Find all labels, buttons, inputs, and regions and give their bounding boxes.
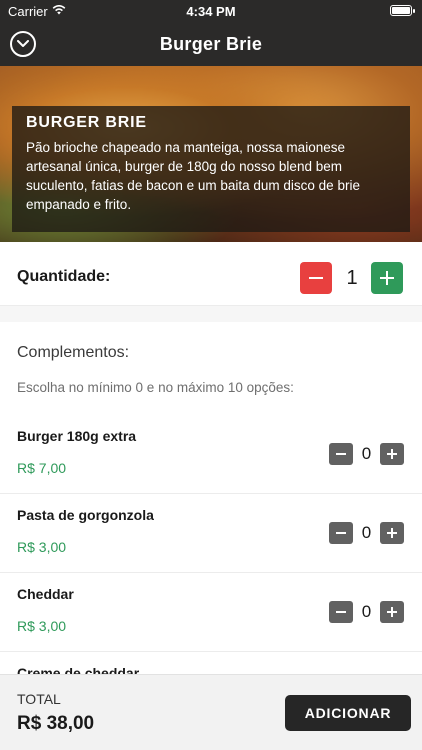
product-description: Pão brioche chapeado na manteiga, nossa … <box>26 140 360 212</box>
minus-icon <box>336 611 346 613</box>
increase-quantity-button[interactable] <box>371 262 403 294</box>
total-label: TOTAL <box>17 691 61 707</box>
battery-icon <box>390 5 415 16</box>
complement-name: Cheddar <box>17 586 74 602</box>
complement-name: Pasta de gorgonzola <box>17 507 154 523</box>
section-gap <box>0 306 422 322</box>
complement-item: Cheddar R$ 3,00 0 <box>0 572 422 652</box>
complement-decrease-button[interactable] <box>329 443 353 465</box>
minus-icon <box>336 453 346 455</box>
decrease-quantity-button[interactable] <box>300 262 332 294</box>
minus-icon <box>336 532 346 534</box>
complement-decrease-button[interactable] <box>329 522 353 544</box>
plus-icon-vertical <box>386 271 388 285</box>
plus-icon-vertical <box>391 528 393 538</box>
complement-item: Burger 180g extra R$ 7,00 0 <box>0 414 422 494</box>
complement-decrease-button[interactable] <box>329 601 353 623</box>
add-to-cart-button[interactable]: ADICIONAR <box>285 695 411 731</box>
product-name: BURGER BRIE <box>26 114 147 131</box>
clock: 4:34 PM <box>186 4 236 19</box>
navigation-bar: Burger Brie <box>0 22 422 66</box>
complement-count: 0 <box>361 523 372 542</box>
quantity-label: Quantidade: <box>17 268 111 285</box>
plus-icon-vertical <box>391 607 393 617</box>
complement-count: 0 <box>361 602 372 621</box>
complements-subtitle: Escolha no mínimo 0 e no máximo 10 opçõe… <box>17 380 294 395</box>
minus-icon <box>309 277 323 279</box>
complement-increase-button[interactable] <box>380 443 404 465</box>
complement-item: Pasta de gorgonzola R$ 3,00 0 <box>0 493 422 573</box>
product-description-panel: BURGER BRIE Pão brioche chapeado na mant… <box>12 106 410 232</box>
complement-price: R$ 3,00 <box>17 539 67 555</box>
complement-increase-button[interactable] <box>380 522 404 544</box>
complements-title: Complementos: <box>17 344 130 361</box>
complement-count: 0 <box>361 444 372 463</box>
quantity-value: 1 <box>346 267 358 289</box>
product-hero-image: BURGER BRIE Pão brioche chapeado na mant… <box>0 66 422 242</box>
complement-increase-button[interactable] <box>380 601 404 623</box>
complement-name: Burger 180g extra <box>17 428 137 444</box>
page-title: Burger Brie <box>159 34 263 54</box>
total-value: R$ 38,00 <box>17 713 95 734</box>
order-footer: TOTAL R$ 38,00 ADICIONAR <box>0 674 422 750</box>
status-bar: Carrier 4:34 PM <box>0 0 422 22</box>
plus-icon-vertical <box>391 449 393 459</box>
complement-price: R$ 3,00 <box>17 618 67 634</box>
complement-price: R$ 7,00 <box>17 460 67 476</box>
